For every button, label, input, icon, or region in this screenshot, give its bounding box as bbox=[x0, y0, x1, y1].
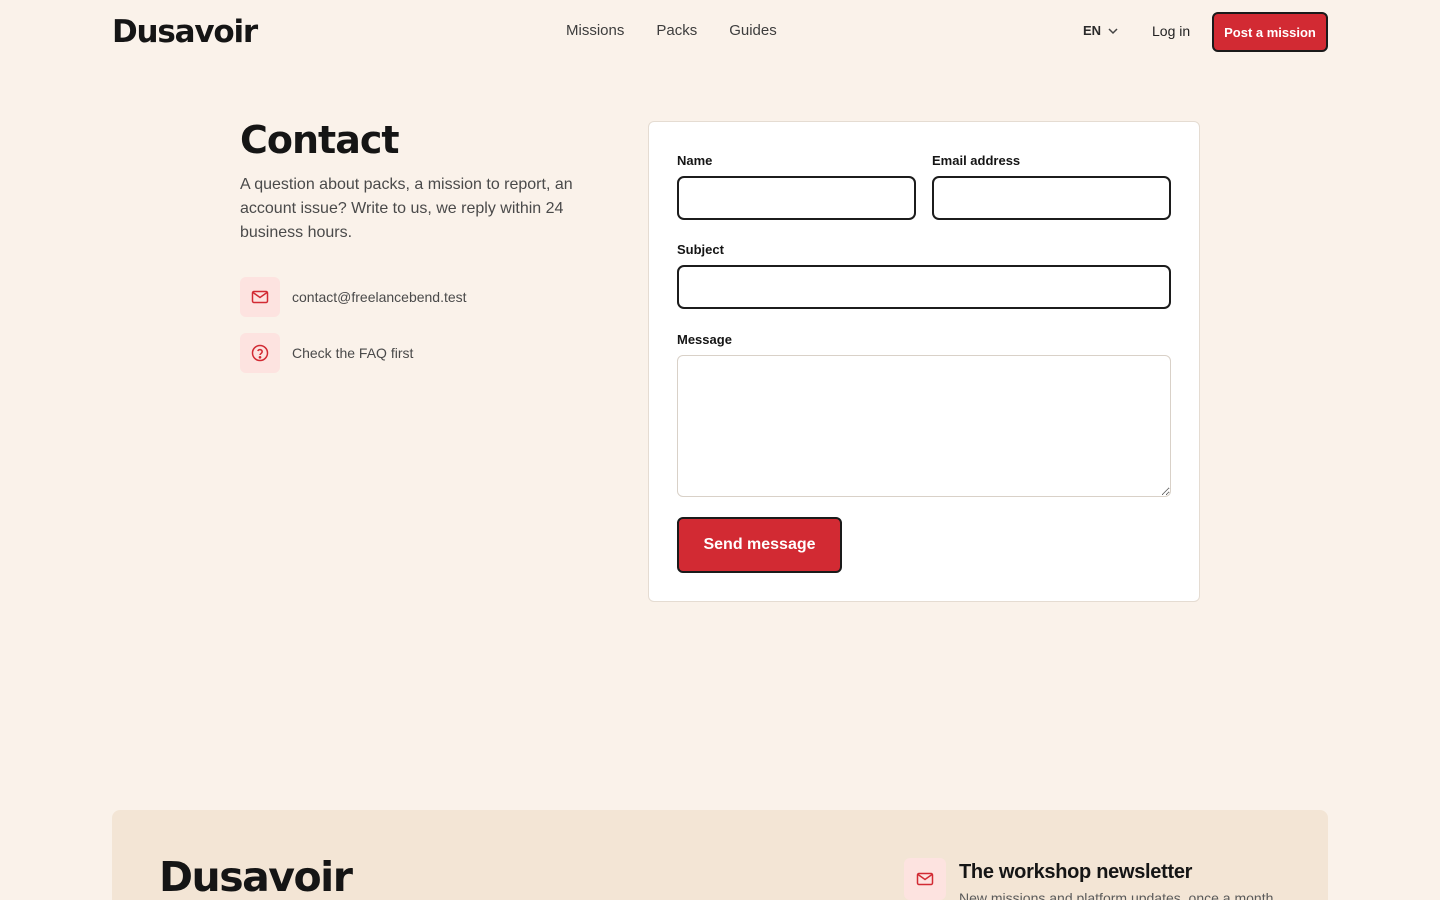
help-circle-icon bbox=[240, 333, 280, 373]
nav-item-guides[interactable]: Guides bbox=[729, 22, 777, 40]
page-description: A question about packs, a mission to rep… bbox=[240, 176, 573, 241]
message-label: Message bbox=[677, 332, 732, 347]
faq-row[interactable]: Check the FAQ first bbox=[240, 333, 413, 373]
footer-logo[interactable]: Dusavoir bbox=[159, 854, 353, 900]
faq-link[interactable]: Check the FAQ first bbox=[292, 345, 413, 361]
newsletter-title: The workshop newsletter bbox=[959, 861, 1193, 883]
brand-logo[interactable]: Dusavoir bbox=[112, 15, 258, 49]
message-field[interactable] bbox=[677, 355, 1171, 497]
chevron-down-icon bbox=[1108, 27, 1118, 34]
email-field[interactable] bbox=[932, 176, 1171, 220]
language-selector[interactable]: EN bbox=[1083, 23, 1119, 38]
subject-label: Subject bbox=[677, 242, 724, 257]
mail-icon bbox=[904, 858, 946, 900]
newsletter-subtitle: New missions and platform updates, once … bbox=[959, 890, 1278, 900]
site-footer: Dusavoir The workshop newsletter New mis… bbox=[112, 810, 1328, 900]
main-nav: Missions Packs Guides bbox=[566, 22, 809, 40]
contact-form: Name Email address Subject Message Send … bbox=[648, 121, 1200, 602]
nav-item-missions[interactable]: Missions bbox=[566, 22, 624, 40]
language-label: EN bbox=[1083, 23, 1102, 38]
name-field[interactable] bbox=[677, 176, 916, 220]
name-label: Name bbox=[677, 153, 713, 168]
subject-field[interactable] bbox=[677, 265, 1171, 309]
site-header: Dusavoir Missions Packs Guides EN Log in… bbox=[0, 0, 1440, 64]
contact-email-row[interactable]: contact@freelancebend.test bbox=[240, 277, 467, 317]
contact-email[interactable]: contact@freelancebend.test bbox=[292, 289, 467, 305]
login-link[interactable]: Log in bbox=[1152, 22, 1190, 40]
page-title: Contact bbox=[240, 118, 400, 162]
post-mission-button[interactable]: Post a mission bbox=[1212, 12, 1328, 52]
nav-item-packs[interactable]: Packs bbox=[656, 22, 697, 40]
mail-icon bbox=[240, 277, 280, 317]
send-message-button[interactable]: Send message bbox=[677, 517, 842, 573]
email-label: Email address bbox=[932, 153, 1021, 168]
